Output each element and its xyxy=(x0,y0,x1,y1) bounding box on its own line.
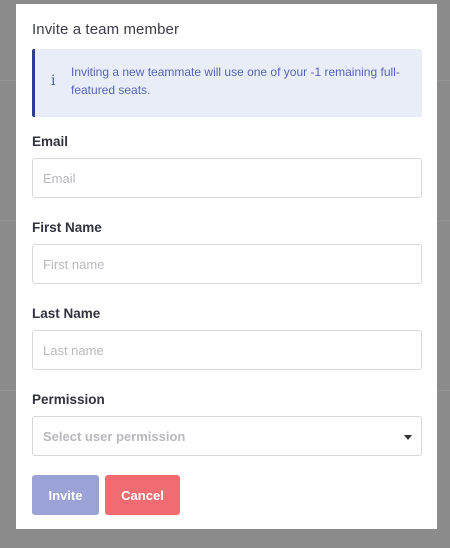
cancel-button[interactable]: Cancel xyxy=(105,475,180,515)
info-icon: i xyxy=(51,73,56,89)
last-name-label: Last Name xyxy=(32,306,101,321)
first-name-field[interactable] xyxy=(32,244,422,284)
caret-down-icon xyxy=(404,435,412,440)
invite-button[interactable]: Invite xyxy=(32,475,99,515)
invite-member-modal: Invite a team member i Inviting a new te… xyxy=(16,4,437,529)
email-label: Email xyxy=(32,134,69,149)
email-field[interactable] xyxy=(32,158,422,198)
permission-label: Permission xyxy=(32,392,105,407)
modal-title: Invite a team member xyxy=(32,21,180,38)
first-name-label: First Name xyxy=(32,220,102,235)
notice-text: Inviting a new teammate will use one of … xyxy=(71,65,400,97)
seats-notice: i Inviting a new teammate will use one o… xyxy=(32,49,422,117)
last-name-field[interactable] xyxy=(32,330,422,370)
permission-select[interactable]: Select user permission xyxy=(32,416,422,456)
permission-select-placeholder: Select user permission xyxy=(43,429,186,444)
